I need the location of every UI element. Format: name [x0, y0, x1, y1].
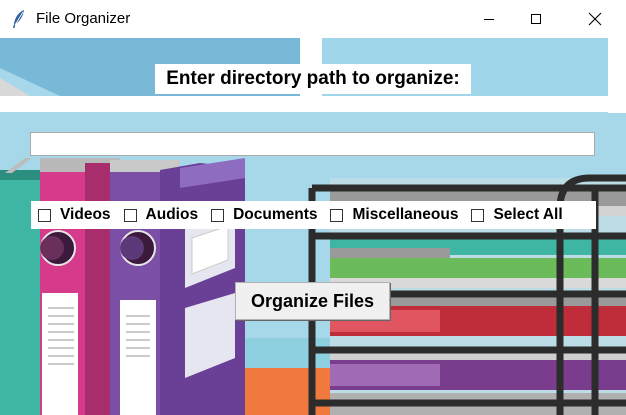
audios-label: Audios — [145, 206, 199, 223]
option-audios[interactable]: Audios — [123, 206, 199, 224]
option-videos[interactable]: Videos — [38, 206, 111, 224]
close-icon — [588, 12, 602, 26]
maximize-button[interactable] — [513, 0, 559, 38]
minimize-icon — [484, 19, 494, 20]
documents-label: Documents — [233, 206, 318, 223]
miscellaneous-checkbox[interactable] — [330, 208, 344, 222]
client-area: Enter directory path to organize: Videos… — [0, 38, 626, 415]
videos-label: Videos — [60, 206, 111, 223]
documents-checkbox[interactable] — [211, 208, 225, 222]
app-window: File Organizer Enter directory path to o… — [0, 0, 626, 415]
audios-checkbox[interactable] — [123, 208, 137, 222]
select-all-label: Select All — [493, 206, 563, 223]
videos-checkbox[interactable] — [38, 208, 51, 222]
select-all-checkbox[interactable] — [471, 208, 485, 222]
option-select-all[interactable]: Select All — [471, 206, 563, 224]
window-title: File Organizer — [36, 10, 131, 27]
organize-files-button[interactable]: Organize Files — [235, 282, 390, 320]
maximize-icon — [531, 14, 541, 24]
directory-prompt-label: Enter directory path to organize: — [155, 64, 471, 94]
title-bar[interactable]: File Organizer — [0, 0, 626, 38]
file-type-options: Videos Audios Documents Miscellaneous Se… — [31, 201, 596, 229]
directory-path-input[interactable] — [30, 132, 595, 156]
miscellaneous-label: Miscellaneous — [352, 206, 459, 223]
option-documents[interactable]: Documents — [211, 206, 317, 224]
close-button[interactable] — [572, 0, 618, 38]
option-miscellaneous[interactable]: Miscellaneous — [330, 206, 458, 224]
minimize-button[interactable] — [466, 0, 512, 38]
feather-icon — [13, 10, 24, 28]
